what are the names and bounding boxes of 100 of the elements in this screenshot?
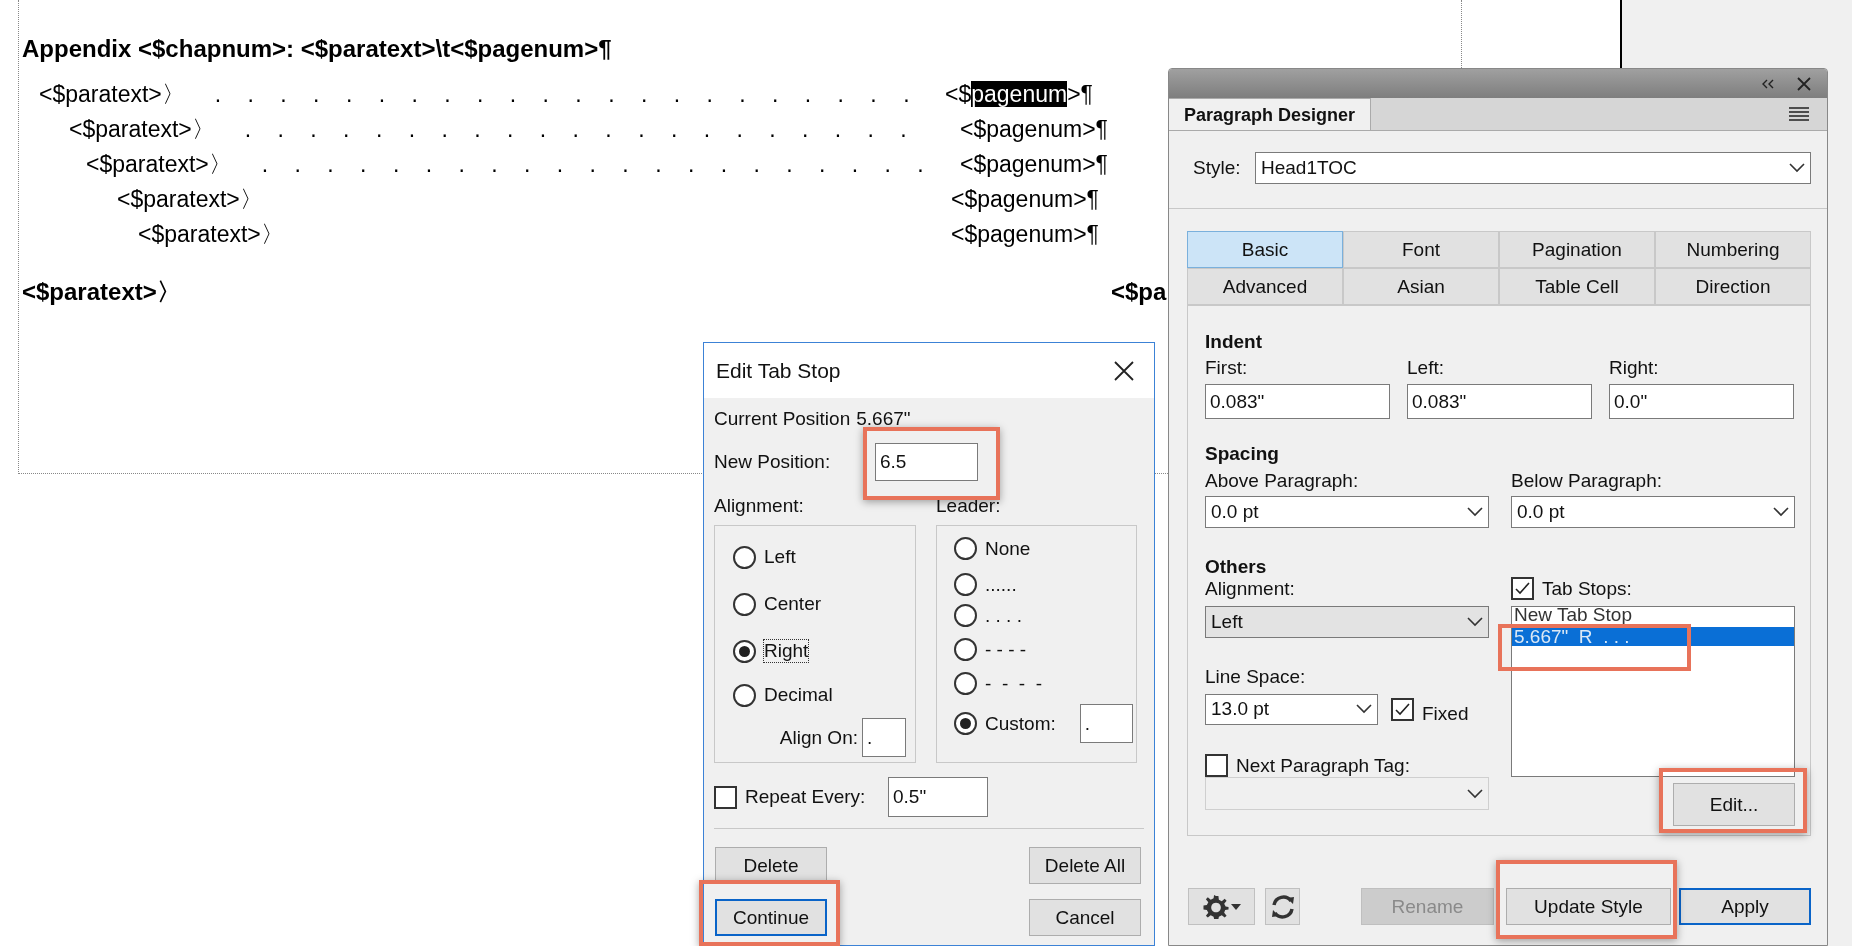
radio-button[interactable] (733, 683, 756, 707)
close-icon (1797, 76, 1811, 91)
edit-button[interactable]: Edit... (1673, 783, 1795, 826)
field-label: Line Space: (1205, 666, 1307, 688)
tab[interactable]: Numbering (1655, 231, 1811, 268)
check-icon (1515, 582, 1530, 595)
checkbox[interactable] (714, 785, 737, 809)
template-text: <$paratext>〉 (138, 220, 284, 249)
caret-icon (1230, 903, 1241, 910)
dropdown[interactable]: 0.0 pt (1511, 496, 1795, 528)
close-icon (1114, 360, 1134, 381)
input-field[interactable]: 0.083" (1205, 384, 1390, 419)
page-number-text: <$pagenum>¶ (951, 220, 1099, 249)
tab[interactable]: Table Cell (1499, 268, 1655, 305)
collapse-icon (1761, 78, 1775, 89)
template-text: <$paratext>〉 (22, 278, 181, 305)
option-label: None (985, 537, 1031, 560)
radio-button[interactable] (954, 638, 977, 661)
field-label: Style: (1193, 157, 1242, 179)
checkbox-label: Next Paragraph Tag: (1236, 754, 1410, 777)
tab[interactable]: Font (1343, 231, 1499, 268)
input-field[interactable]: 0.5" (888, 777, 988, 817)
chevron-icon (1467, 617, 1483, 627)
option-label: ...... (985, 573, 1017, 596)
panel-button[interactable]: Apply (1679, 888, 1811, 925)
tab[interactable]: Basic (1187, 231, 1343, 268)
option-label: Right (764, 640, 809, 662)
dialog-title: Edit Tab Stop (716, 359, 841, 382)
menu-icon (1789, 107, 1809, 121)
option-label: . . . . (985, 604, 1022, 627)
check-icon (1395, 702, 1410, 716)
dropdown[interactable]: Left (1205, 606, 1489, 638)
input-field[interactable]: 6.5 (875, 443, 978, 481)
tab[interactable]: Direction (1655, 268, 1811, 305)
option-label: Decimal (764, 684, 833, 706)
field-label: New Position: (714, 451, 832, 473)
template-text: <$paratext>〉 (117, 185, 263, 214)
checkbox[interactable] (1391, 697, 1414, 721)
group-label: Alignment: (714, 495, 805, 517)
section-title: Indent (1205, 331, 1263, 353)
dialog-button[interactable]: Cancel (1029, 899, 1141, 936)
chevron-icon (1467, 507, 1483, 517)
template-text: <$paratext>〉 (39, 80, 185, 109)
field-label: Current Position (714, 408, 851, 430)
field-label: Below Paragraph: (1511, 470, 1664, 492)
input-field[interactable]: 0.083" (1407, 384, 1592, 419)
panel-button[interactable]: Update Style (1506, 888, 1671, 925)
heading-text: Appendix <$chapnum>: <$paratext>\t<$pagenum>¶ (22, 34, 613, 64)
radio-button[interactable] (733, 639, 756, 663)
dialog-button[interactable]: Delete All (1029, 847, 1141, 884)
option-label: - - - - (985, 638, 1027, 661)
checkbox[interactable] (1511, 577, 1534, 600)
chevron-icon (1467, 788, 1483, 799)
radio-button[interactable] (954, 573, 977, 596)
chevron-icon (1356, 704, 1372, 714)
tab[interactable]: Pagination (1499, 231, 1655, 268)
template-text: <$pa (1111, 277, 1167, 307)
radio-button[interactable] (954, 537, 977, 560)
list-item[interactable]: 5.667" R . . . (1512, 627, 1794, 646)
dot-leader: . . . . . . . . . . . . . . . . . . . . . . (214, 80, 920, 109)
refresh-button[interactable] (1265, 888, 1300, 925)
refresh-icon (1269, 893, 1296, 920)
group-label: Leader: (936, 495, 1001, 517)
radio-button[interactable] (954, 604, 977, 627)
dialog-button[interactable]: Continue (715, 899, 827, 936)
settings-button[interactable] (1188, 888, 1255, 925)
radio-button[interactable] (954, 672, 977, 695)
section-title: Others (1205, 556, 1268, 578)
radio-button[interactable] (733, 545, 756, 569)
page-number-text: <$pagenum>¶ (951, 185, 1099, 214)
chevron-icon (1773, 507, 1789, 517)
dropdown[interactable]: Head1TOC (1255, 152, 1811, 184)
page-number-text: <$pagenum>¶ (945, 80, 1093, 109)
checkbox-label: Tab Stops: (1542, 577, 1632, 600)
template-text: <$paratext>〉 (69, 115, 215, 144)
field-label: Alignment: (1205, 578, 1296, 600)
section-title: Spacing (1205, 443, 1280, 465)
input-field[interactable]: . (1079, 704, 1133, 743)
tab[interactable]: Advanced (1187, 268, 1343, 305)
tab[interactable]: Asian (1343, 268, 1499, 305)
radio-button[interactable] (954, 712, 977, 735)
dropdown[interactable]: 13.0 pt (1205, 693, 1378, 725)
dot-leader: . . . . . . . . . . . . . . . . . . . . . (261, 150, 934, 179)
field-label: Align On: (779, 726, 858, 749)
value-text: 5.667" (856, 408, 911, 430)
list-item[interactable]: New Tab Stop (1512, 607, 1794, 623)
field-label: First: (1205, 357, 1249, 379)
dropdown[interactable]: 0.0 pt (1205, 496, 1489, 528)
panel-tab[interactable]: Paragraph Designer (1169, 98, 1372, 130)
input-field[interactable]: . (862, 718, 906, 757)
option-label: - - - - (985, 672, 1042, 695)
page-number-text: <$pagenum>¶ (960, 115, 1108, 144)
input-field[interactable]: 0.0" (1609, 384, 1794, 419)
checkbox-label: Fixed (1422, 703, 1469, 725)
radio-button[interactable] (733, 592, 756, 616)
chevron-icon (1789, 163, 1805, 173)
checkbox[interactable] (1205, 754, 1228, 777)
option-label: Custom: (985, 712, 1056, 735)
settings-icon (1202, 893, 1229, 920)
option-label: Left (764, 546, 796, 568)
